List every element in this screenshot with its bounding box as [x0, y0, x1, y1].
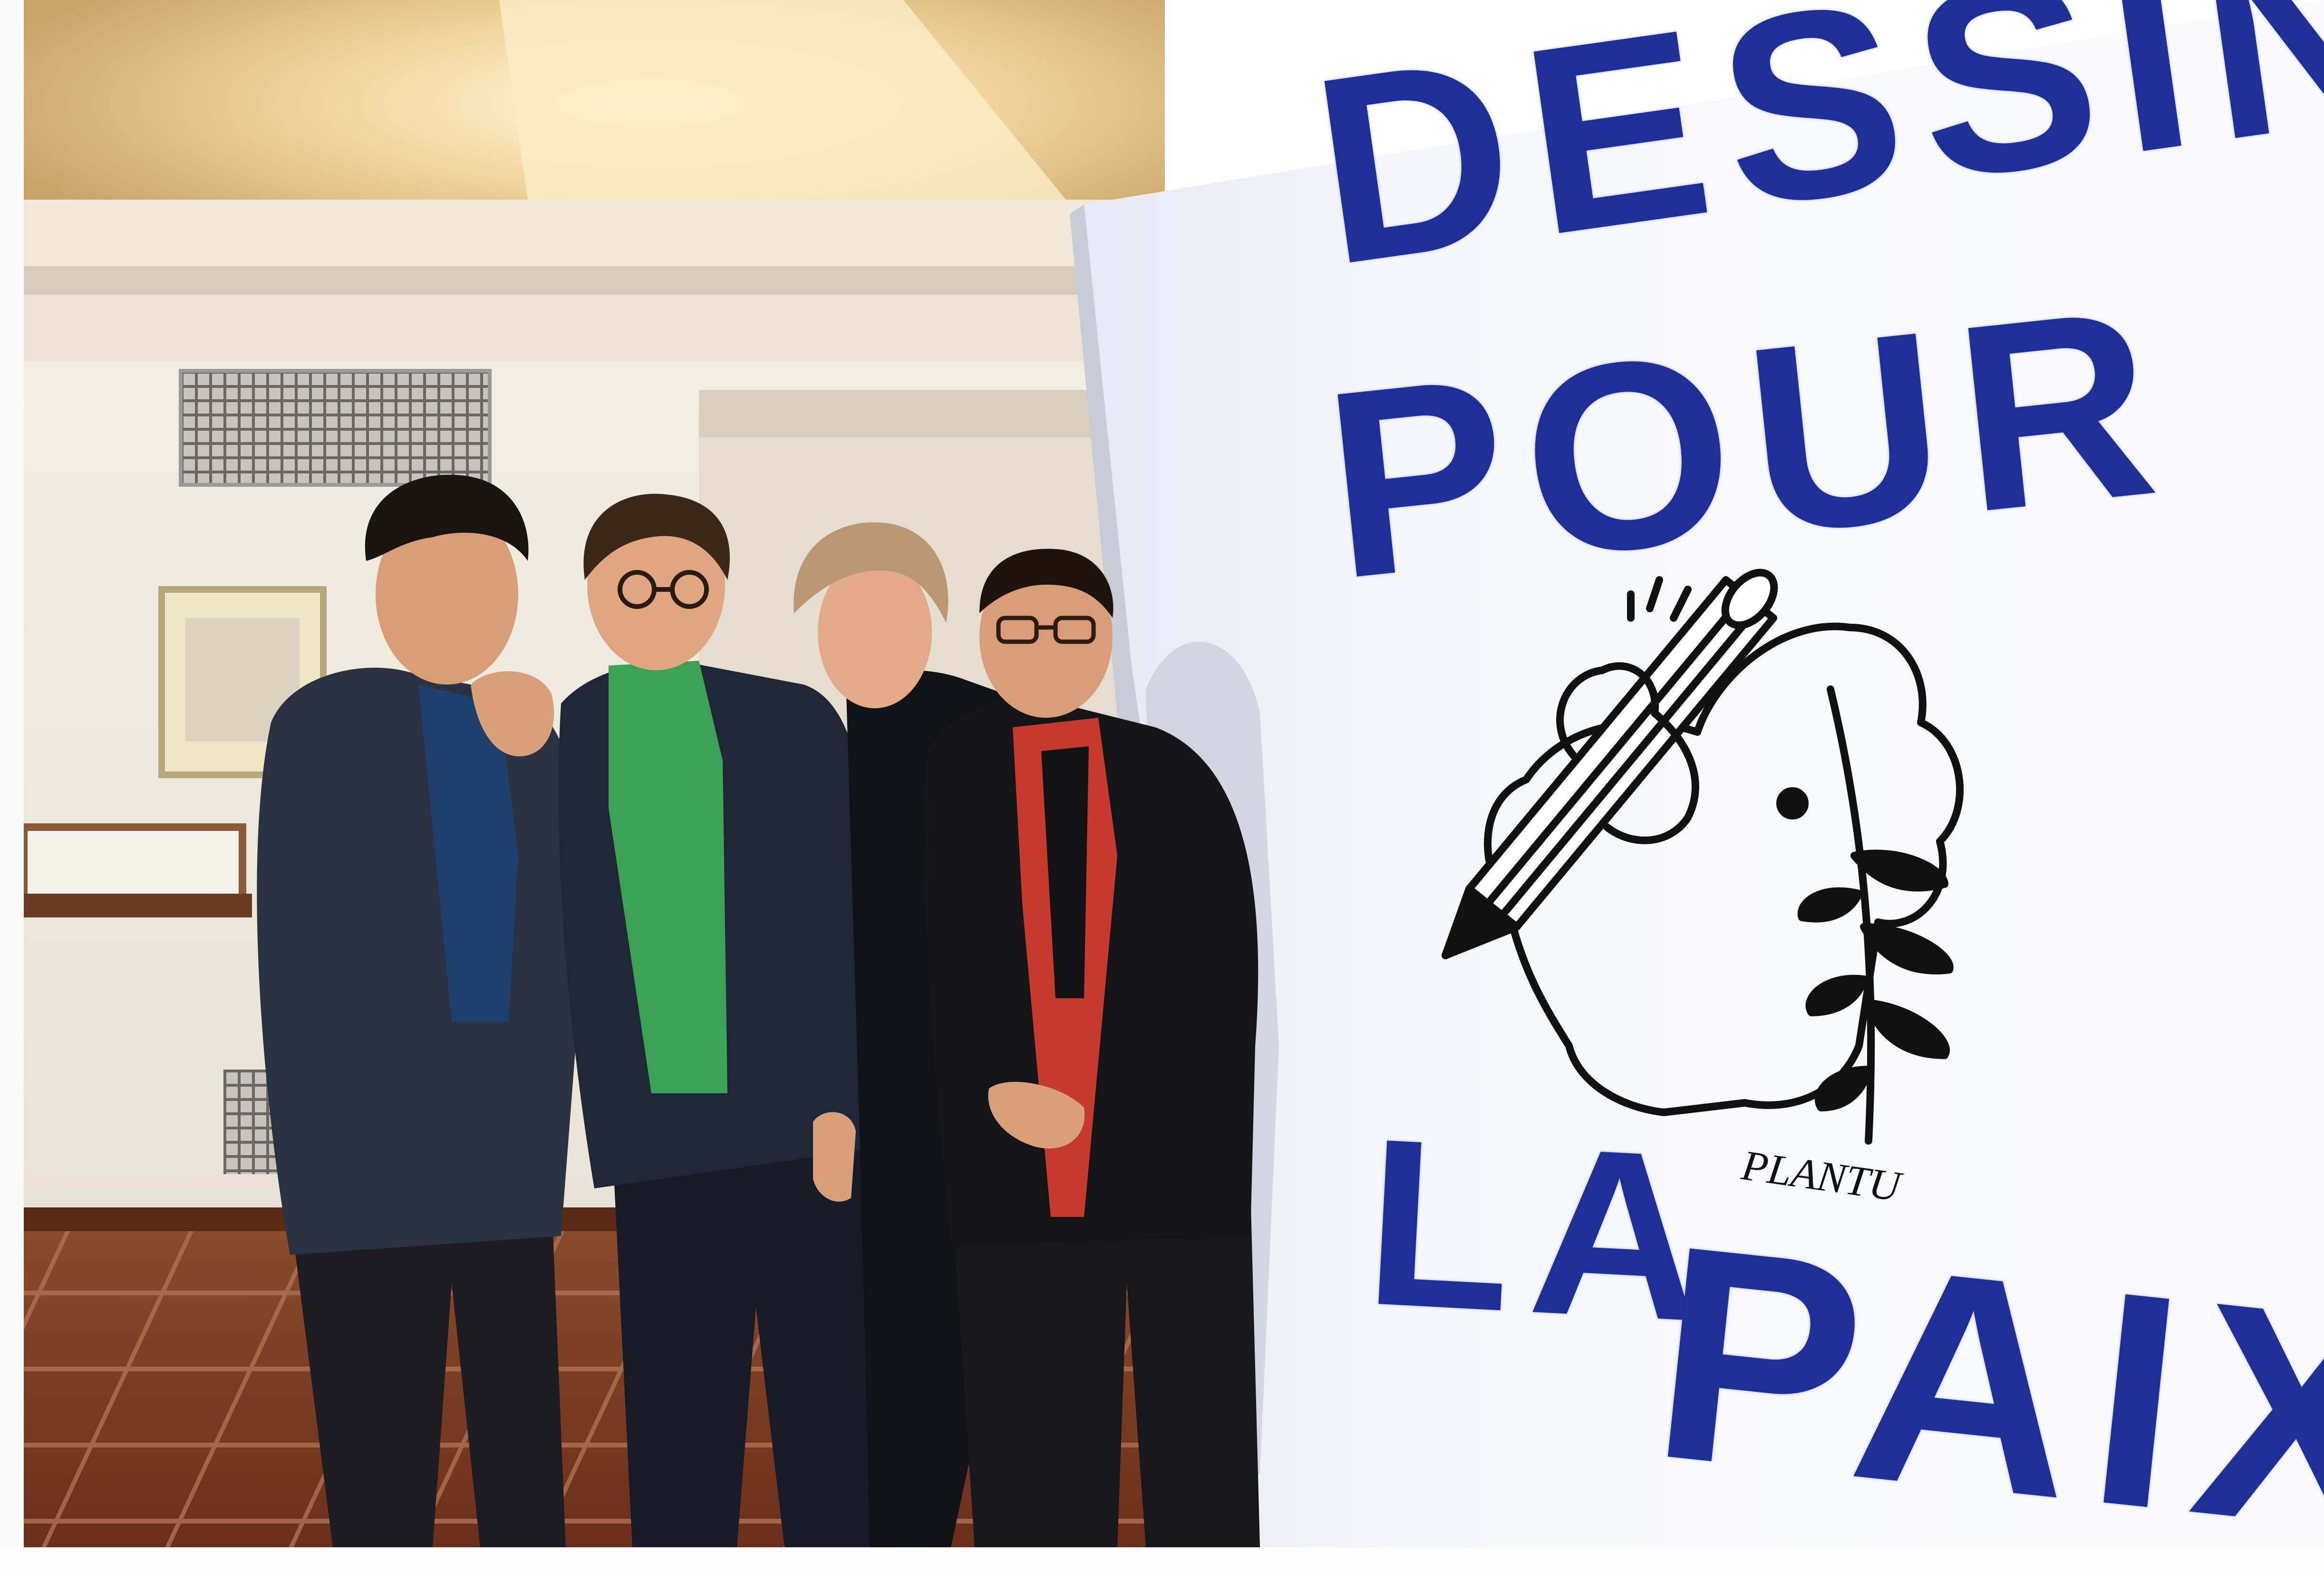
- display-case: [24, 823, 246, 907]
- ceiling-molding: [24, 200, 1165, 271]
- photo-border-bottom: [0, 1547, 2324, 1572]
- ceiling-soffit: [24, 295, 1165, 361]
- photo-border-left: [0, 0, 24, 1572]
- wall-vent: [179, 369, 492, 487]
- doorway-lintel: [699, 390, 1117, 437]
- person-2-hand: [813, 1112, 856, 1202]
- exhibition-photo: PLANTU DESSINS POUR LA PAIX: [24, 0, 2324, 1547]
- dove-eye: [1776, 787, 1809, 820]
- ceiling-molding-shadow: [24, 266, 1165, 295]
- person-1-jacket: [257, 667, 587, 1255]
- display-case-base: [24, 894, 252, 917]
